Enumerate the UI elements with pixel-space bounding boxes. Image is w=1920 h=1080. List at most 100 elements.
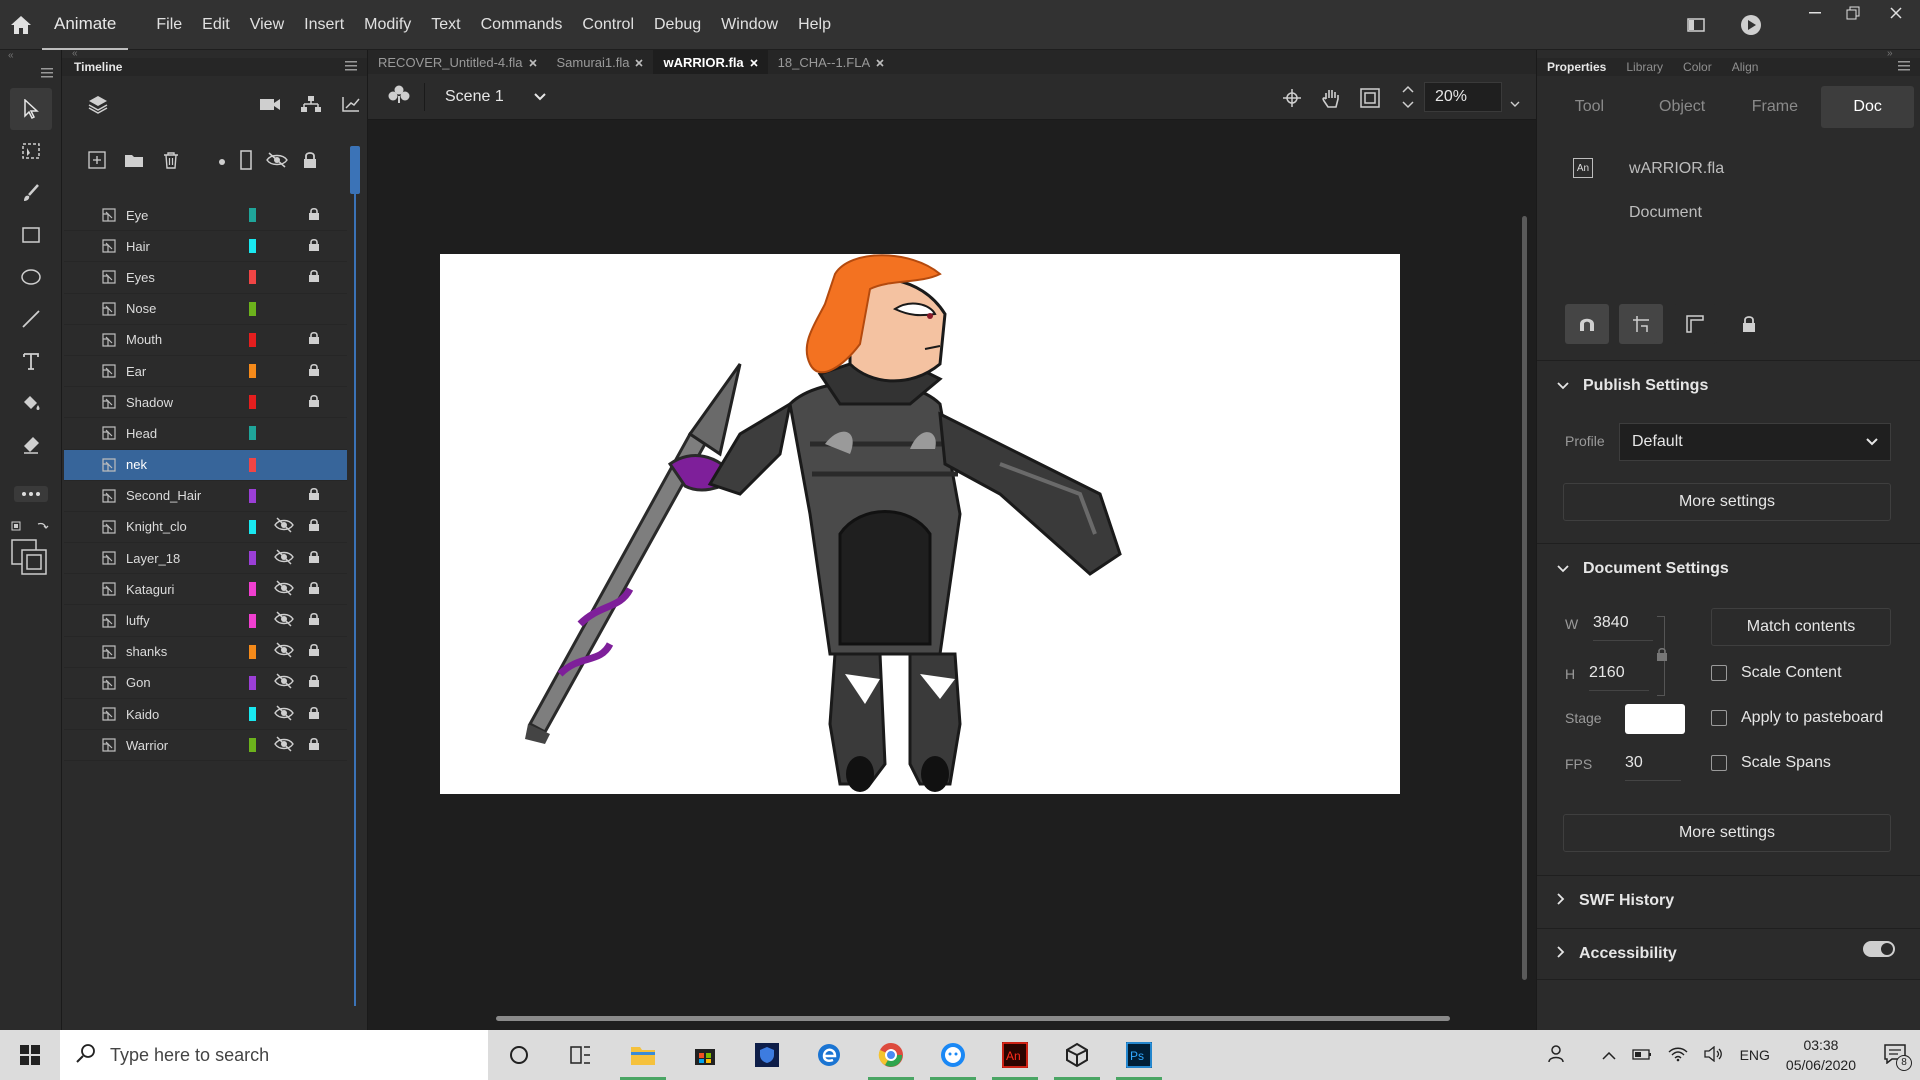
- selection-tool-icon[interactable]: [10, 88, 52, 130]
- horizontal-scrollbar[interactable]: [496, 1016, 1450, 1021]
- layer-color-swatch[interactable]: [249, 395, 256, 410]
- hidden-eye-icon[interactable]: [274, 673, 294, 692]
- accessibility-header[interactable]: Accessibility: [1537, 929, 1920, 979]
- document-tab[interactable]: wARRIOR.fla: [653, 50, 768, 74]
- people-icon[interactable]: [1547, 1044, 1568, 1066]
- rulers-icon[interactable]: [1673, 304, 1717, 344]
- scene-label[interactable]: Scene 1: [445, 88, 504, 106]
- panel-menu-icon[interactable]: [1898, 60, 1910, 74]
- adobe-animate-icon[interactable]: An: [984, 1030, 1046, 1080]
- width-field[interactable]: 3840: [1593, 614, 1629, 632]
- menu-file[interactable]: File: [146, 16, 192, 34]
- lock-icon[interactable]: [308, 706, 320, 723]
- layer-row[interactable]: Mouth: [64, 325, 347, 356]
- collapse-icon[interactable]: «: [62, 49, 367, 59]
- layer-parenting-icon[interactable]: [301, 95, 321, 118]
- edge-icon[interactable]: [798, 1030, 860, 1080]
- highlight-dot-icon[interactable]: [218, 153, 226, 171]
- layer-row[interactable]: nek: [64, 449, 347, 481]
- file-explorer-icon[interactable]: [612, 1030, 674, 1080]
- collapse-icon[interactable]: «: [0, 50, 61, 61]
- height-field[interactable]: 2160: [1589, 664, 1625, 682]
- edit-symbols-icon[interactable]: [388, 84, 410, 109]
- hidden-eye-icon[interactable]: [274, 580, 294, 599]
- hide-all-icon[interactable]: [266, 151, 288, 173]
- match-contents-button[interactable]: Match contents: [1711, 608, 1891, 646]
- test-movie-icon[interactable]: [1726, 0, 1776, 50]
- lock-icon[interactable]: [308, 207, 320, 224]
- stroke-fill-swatches[interactable]: [0, 518, 61, 578]
- document-more-settings-button[interactable]: More settings: [1563, 814, 1891, 852]
- layer-color-swatch[interactable]: [249, 551, 256, 566]
- profile-dropdown[interactable]: Default: [1619, 423, 1891, 461]
- layer-color-swatch[interactable]: [249, 675, 256, 690]
- apply-pasteboard-row[interactable]: Apply to pasteboard: [1711, 709, 1883, 727]
- layer-row[interactable]: Layer_18: [64, 543, 347, 575]
- vertical-scrollbar[interactable]: [1522, 216, 1527, 980]
- rectangle-tool-icon[interactable]: [10, 214, 52, 256]
- language-indicator[interactable]: ENG: [1740, 1047, 1770, 1063]
- layer-row[interactable]: Gon: [64, 668, 347, 699]
- menu-edit[interactable]: Edit: [192, 16, 240, 34]
- menu-help[interactable]: Help: [788, 16, 841, 34]
- lock-icon[interactable]: [1727, 304, 1771, 344]
- microsoft-store-icon[interactable]: [674, 1030, 736, 1080]
- lock-icon[interactable]: [308, 518, 320, 535]
- layer-row[interactable]: Ear: [64, 356, 347, 388]
- stage-color-swatch[interactable]: [1625, 704, 1685, 734]
- chevron-down-icon[interactable]: [534, 88, 546, 106]
- tab-doc[interactable]: Doc: [1821, 86, 1914, 128]
- menu-window[interactable]: Window: [711, 16, 788, 34]
- collapse-icon[interactable]: »: [1537, 49, 1920, 59]
- chrome-icon[interactable]: [860, 1030, 922, 1080]
- home-icon[interactable]: [0, 0, 42, 50]
- layer-row[interactable]: Eyes: [64, 262, 347, 294]
- layer-color-swatch[interactable]: [249, 738, 256, 753]
- hidden-eye-icon[interactable]: [274, 642, 294, 661]
- notifications-icon[interactable]: 8: [1884, 1043, 1912, 1071]
- layer-row[interactable]: Head: [64, 418, 347, 450]
- minimize-icon[interactable]: [1796, 0, 1834, 26]
- scale-spans-row[interactable]: Scale Spans: [1711, 754, 1831, 772]
- graph-icon[interactable]: [341, 95, 361, 118]
- guides-icon[interactable]: [1619, 304, 1663, 344]
- publish-more-settings-button[interactable]: More settings: [1563, 483, 1891, 521]
- fps-field[interactable]: 30: [1625, 754, 1643, 772]
- document-tab[interactable]: 18_CHA--1.FLA: [768, 50, 894, 74]
- hidden-eye-icon[interactable]: [274, 611, 294, 630]
- layer-row[interactable]: Second_Hair: [64, 481, 347, 512]
- layer-color-swatch[interactable]: [249, 644, 256, 659]
- free-transform-tool-icon[interactable]: [10, 130, 52, 172]
- camera-icon[interactable]: [259, 96, 281, 117]
- swf-history-header[interactable]: SWF History: [1537, 876, 1920, 926]
- document-settings-header[interactable]: Document Settings: [1537, 544, 1920, 594]
- lock-icon[interactable]: [308, 238, 320, 255]
- document-tab[interactable]: RECOVER_Untitled-4.fla: [368, 50, 547, 74]
- task-view-icon[interactable]: [550, 1030, 612, 1080]
- accessibility-toggle[interactable]: [1863, 941, 1895, 957]
- workspace-icon[interactable]: [1666, 0, 1726, 50]
- hidden-eye-icon[interactable]: [274, 736, 294, 755]
- publish-settings-header[interactable]: Publish Settings: [1537, 361, 1920, 411]
- lock-icon[interactable]: [308, 487, 320, 504]
- lock-icon[interactable]: [308, 269, 320, 286]
- layer-row[interactable]: Kataguri: [64, 574, 347, 606]
- layer-color-swatch[interactable]: [249, 707, 256, 722]
- apply-pasteboard-checkbox[interactable]: [1711, 710, 1727, 726]
- panel-tab-color[interactable]: Color: [1683, 60, 1712, 74]
- close-tab-icon[interactable]: [750, 55, 758, 70]
- wifi-icon[interactable]: [1668, 1046, 1688, 1065]
- stage-canvas[interactable]: [440, 254, 1400, 794]
- lock-icon[interactable]: [308, 331, 320, 348]
- menu-debug[interactable]: Debug: [644, 16, 711, 34]
- layer-row[interactable]: Shadow: [64, 387, 347, 419]
- more-tools-icon[interactable]: [10, 484, 52, 504]
- messenger-icon[interactable]: [922, 1030, 984, 1080]
- lock-icon[interactable]: [308, 674, 320, 691]
- layer-color-swatch[interactable]: [249, 301, 256, 316]
- layer-row[interactable]: luffy: [64, 605, 347, 637]
- layer-row[interactable]: shanks: [64, 637, 347, 668]
- snap-icon[interactable]: [1565, 304, 1609, 344]
- scale-content-row[interactable]: Scale Content: [1711, 664, 1842, 682]
- layer-row[interactable]: Warrior: [64, 730, 347, 762]
